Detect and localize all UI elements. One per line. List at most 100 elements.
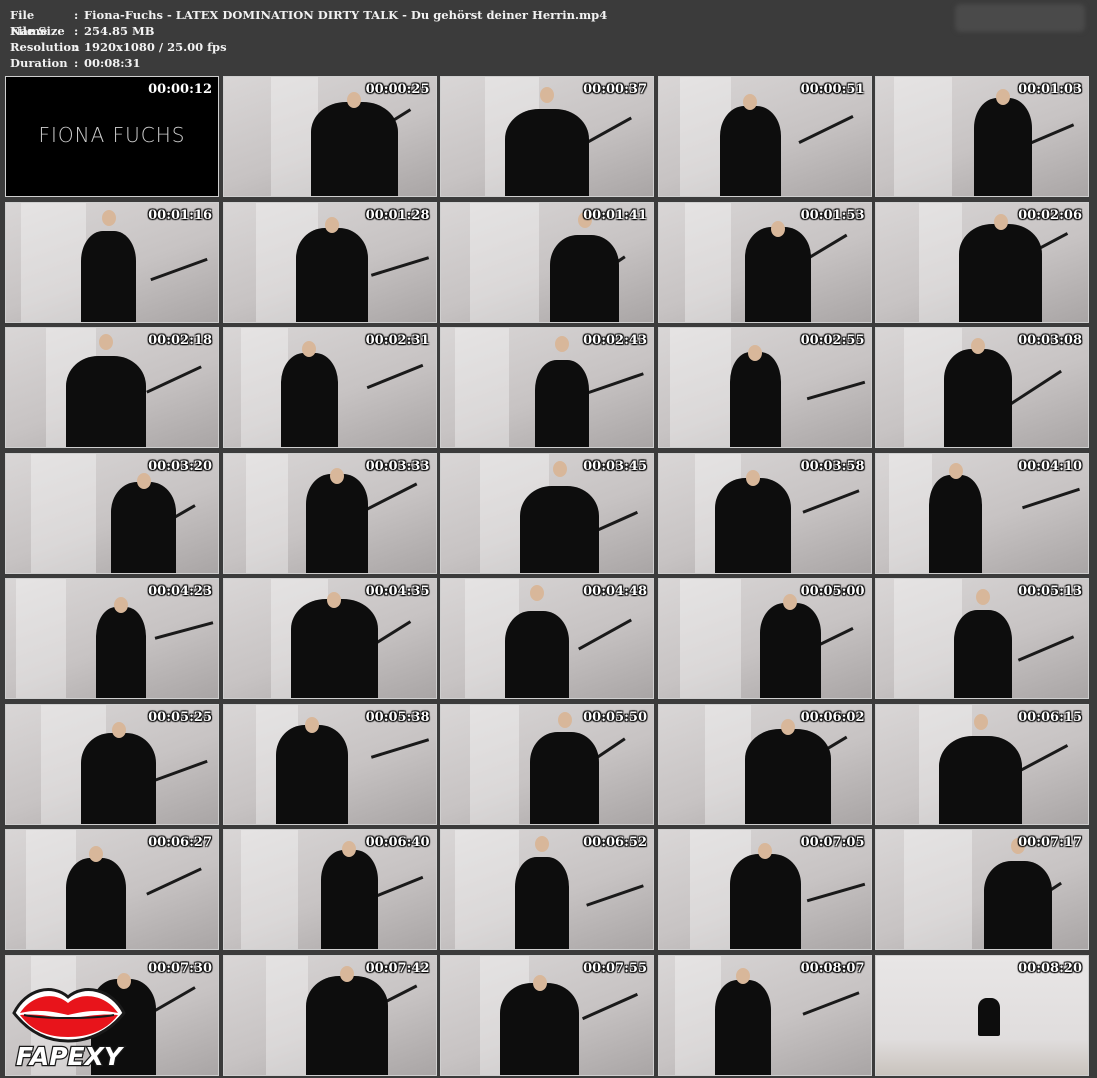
video-thumbnail: 00:04:23 [5, 578, 219, 699]
thumbnail-timestamp: 00:06:02 [800, 709, 865, 725]
video-thumbnail: 00:07:55 [440, 954, 654, 1076]
scene-railing [154, 621, 214, 640]
duration-label: Duration [10, 56, 68, 70]
thumbnail-timestamp: 00:01:53 [800, 207, 865, 223]
video-thumbnail: 00:04:10 [875, 452, 1089, 574]
scene-figure [515, 857, 569, 949]
video-thumbnail: 00:05:13 [875, 578, 1089, 699]
thumbnail-timestamp: 00:05:13 [1018, 584, 1082, 599]
duration-row: Duration : 00:08:31 [10, 55, 910, 71]
scene-railing [806, 380, 865, 401]
file-size-value: 254.85 MB [84, 24, 155, 38]
video-thumbnail: 00:05:25 [5, 703, 219, 825]
video-thumbnail: 00:04:48 [440, 578, 654, 699]
thumbnail-timestamp: 00:06:52 [583, 835, 647, 850]
scene-figure-head [114, 597, 128, 613]
scene-wall [245, 453, 288, 573]
thumbnail-timestamp: 00:04:48 [583, 584, 647, 599]
scene-wall [684, 202, 731, 322]
scene-figure [66, 858, 126, 949]
thumbnail-timestamp: 00:03:58 [800, 458, 865, 474]
scene-figure [320, 850, 378, 949]
scene-wall [16, 579, 66, 698]
duration-value: 00:08:31 [84, 56, 141, 70]
video-thumbnail: 00:08:20 [875, 954, 1089, 1076]
scene-figure [81, 230, 136, 322]
separator: : [74, 24, 79, 38]
scene-figure-head [996, 89, 1010, 105]
thumbnail-timestamp: 00:04:23 [148, 584, 212, 599]
thumbnail-timestamp: 00:06:27 [148, 835, 212, 850]
scene-figure-head [948, 462, 963, 479]
scene-railing [801, 990, 860, 1016]
scene-figure-head [770, 220, 785, 237]
thumbnail-grid: FIONA FUCHS 00:00:12 00:00:25 00:00:37 00:00… [5, 76, 1089, 1076]
video-thumbnail: 00:01:16 [5, 201, 219, 323]
scene-figure-head [557, 711, 572, 728]
blurred-watermark [955, 4, 1085, 32]
scene-railing [366, 363, 423, 390]
scene-figure-head [99, 334, 113, 350]
scene-figure-head [347, 92, 361, 108]
thumbnail-timestamp: 00:03:33 [365, 458, 430, 474]
video-thumbnail: 00:01:28 [222, 201, 437, 323]
scene-figure-head [136, 472, 151, 489]
scene-figure [66, 356, 146, 447]
scene-railing [581, 992, 639, 1020]
scene-wall [31, 453, 96, 573]
scene-figure-head [324, 216, 339, 233]
scene-figure [744, 226, 811, 322]
scene-figure [295, 227, 368, 322]
video-thumbnail: 00:05:50 [440, 703, 654, 825]
thumbnail-timestamp: 00:01:28 [365, 207, 430, 223]
scene-figure [290, 599, 378, 698]
video-thumbnail: 00:02:06 [875, 201, 1089, 323]
scene-figure-head [976, 589, 990, 605]
video-thumbnail: FIONA FUCHS 00:00:12 [5, 76, 219, 197]
scene-figure-head [530, 585, 544, 601]
video-thumbnail: 00:03:33 [222, 452, 437, 574]
scene-wall [889, 453, 932, 573]
thumbnail-timestamp: 00:07:42 [365, 960, 430, 976]
thumbnail-timestamp: 00:08:07 [800, 960, 865, 976]
thumbnail-timestamp: 00:01:41 [583, 207, 647, 223]
scene-figure [714, 979, 771, 1075]
scene-railing [370, 737, 429, 759]
scene-wall [455, 328, 509, 447]
scene-figure [929, 474, 982, 573]
resolution-value: 1920x1080 / 25.00 fps [84, 40, 227, 54]
scene-figure-head [993, 213, 1008, 230]
scene-figure [744, 728, 831, 824]
video-thumbnail: 00:03:45 [440, 452, 654, 574]
video-thumbnail: 00:07:17 [875, 829, 1089, 950]
scene-figure-head [552, 460, 567, 477]
video-thumbnail: 00:06:40 [222, 829, 437, 950]
scene-figure-head [535, 836, 549, 852]
scene-figure [81, 732, 156, 824]
thumbnail-timestamp: 00:02:06 [1018, 207, 1082, 223]
video-thumbnail: 00:02:18 [5, 327, 219, 448]
scene-figure-head [971, 338, 985, 354]
scene-railing [150, 759, 208, 783]
video-thumbnail: 00:01:03 [875, 76, 1089, 197]
scene-figure [714, 477, 791, 573]
scene-figure-head [783, 594, 797, 610]
separator: : [74, 8, 79, 22]
video-thumbnail: 00:01:53 [657, 201, 872, 323]
scene-figure [111, 481, 176, 573]
scene-figure [530, 731, 599, 824]
thumbnail-timestamp: 00:06:15 [1018, 709, 1082, 725]
video-thumbnail: 00:01:41 [440, 201, 654, 323]
scene-figure-head [339, 965, 354, 982]
scene-figure [719, 106, 781, 196]
file-info-header: File Name : Fiona-Fuchs - LATEX DOMINATI… [10, 7, 910, 71]
thumbnail-timestamp: 00:05:38 [365, 709, 430, 725]
scene-railing [1017, 635, 1075, 662]
thumbnail-timestamp: 00:00:51 [800, 82, 865, 97]
scene-figure [520, 485, 599, 573]
video-thumbnail: 00:03:58 [657, 452, 872, 574]
scene-figure [939, 735, 1022, 824]
thumbnail-timestamp: 00:04:10 [1018, 458, 1082, 474]
video-thumbnail: 00:05:00 [657, 578, 872, 699]
scene-figure-head [304, 716, 319, 733]
